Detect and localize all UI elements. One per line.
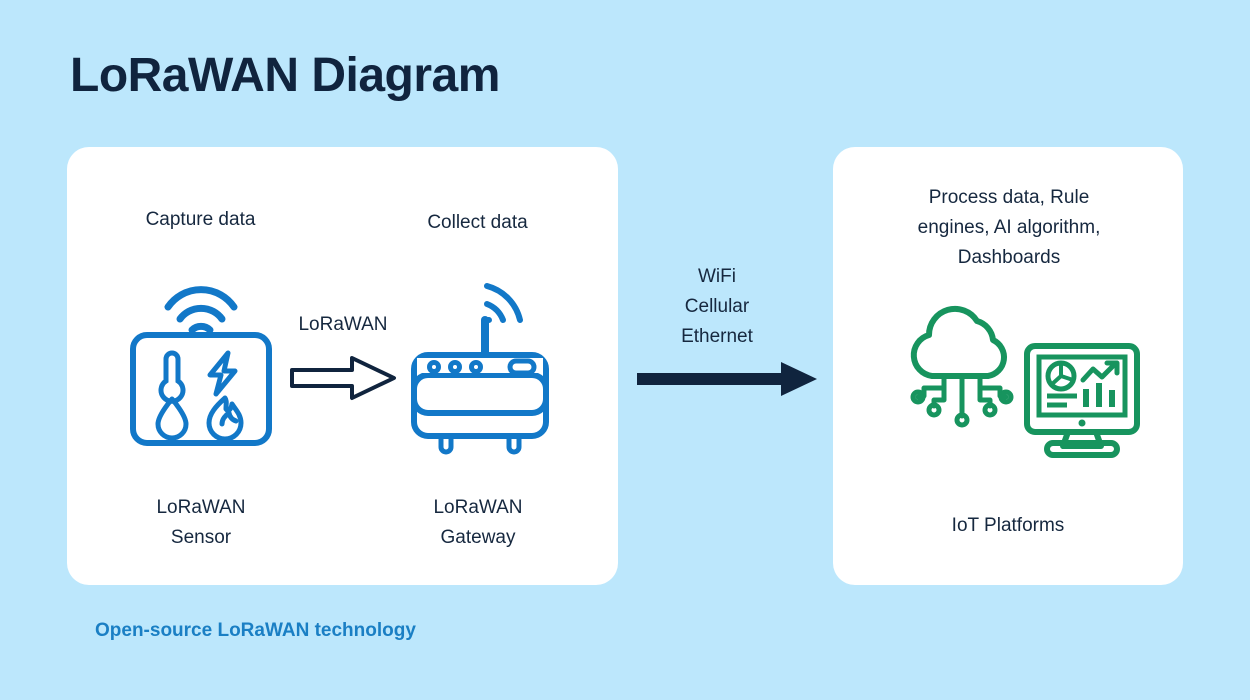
capture-data-label: Capture data	[145, 209, 256, 230]
lorawan-sensor-icon	[128, 272, 274, 447]
solid-right-arrow-icon	[637, 362, 817, 396]
sensor-caption-line2: Sensor	[170, 527, 232, 548]
page-title: LoRaWAN Diagram	[70, 49, 500, 102]
link-type-ethernet: Ethernet	[681, 326, 753, 347]
iot-platforms-caption: IoT Platforms	[951, 515, 1065, 536]
open-source-note: Open-source LoRaWAN technology	[95, 620, 416, 641]
platform-capabilities-line1: Process data, Rule	[928, 187, 1090, 208]
link-type-wifi: WiFi	[698, 266, 736, 287]
platform-capabilities-line2: engines, AI algorithm,	[917, 217, 1101, 238]
gateway-caption-line2: Gateway	[440, 527, 516, 548]
platform-capabilities-line3: Dashboards	[957, 247, 1061, 268]
platform-capabilities-label: Process data, Rule engines, AI algorithm…	[878, 183, 1140, 273]
sensor-caption-line1: LoRaWAN	[156, 497, 246, 518]
link-types-label: WiFi Cellular Ethernet	[637, 262, 797, 352]
gateway-caption-line1: LoRaWAN	[433, 497, 523, 518]
link-type-cellular: Cellular	[684, 296, 750, 317]
collect-data-label: Collect data	[427, 212, 528, 233]
lorawan-link-label: LoRaWAN	[298, 314, 388, 335]
hollow-right-arrow-icon	[290, 355, 398, 401]
dashboard-monitor-icon	[1023, 343, 1141, 458]
lorawan-gateway-icon	[405, 272, 555, 455]
cloud-network-icon	[900, 300, 1024, 430]
sensor-caption: LoRaWAN Sensor	[101, 493, 301, 553]
diagram-canvas: LoRaWAN Diagram Capture data Collect dat…	[0, 0, 1250, 700]
gateway-caption: LoRaWAN Gateway	[378, 493, 578, 553]
